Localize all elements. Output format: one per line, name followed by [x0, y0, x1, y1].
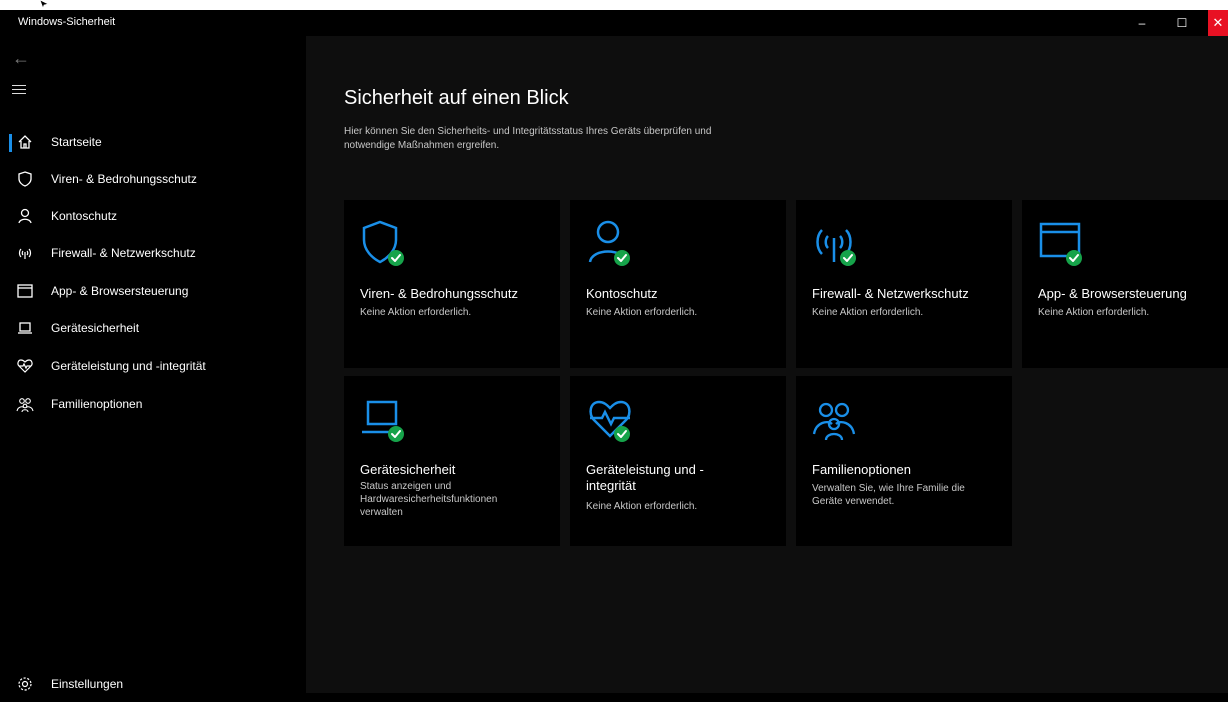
window-title: Windows-Sicherheit	[18, 16, 116, 28]
laptop-icon	[18, 322, 32, 334]
tile-title: Geräteleistung und -integrität	[586, 462, 704, 493]
tile-geraetesicherheit[interactable]: Gerätesicherheit Status anzeigen und Har…	[344, 376, 560, 546]
antenna-icon	[816, 229, 857, 266]
tile-title: Gerätesicherheit	[360, 462, 456, 477]
tile-status: Status anzeigen und Hardwaresicherheitsf…	[360, 481, 498, 518]
tile-title: Viren- & Bedrohungsschutz	[360, 286, 519, 301]
page-description: Hier können Sie den Sicherheits- und Int…	[344, 126, 712, 151]
browser-window-icon	[17, 284, 33, 298]
sidebar-item-firewall[interactable]: Firewall- & Netzwerkschutz	[0, 235, 306, 271]
settings-label: Einstellungen	[51, 677, 124, 691]
title-bar: Windows-Sicherheit – ☐ ✕	[0, 10, 1228, 36]
tile-status: Keine Aktion erforderlich.	[812, 307, 924, 318]
tile-title: App- & Browsersteuerung	[1038, 286, 1187, 301]
heart-pulse-icon	[589, 400, 631, 442]
maximize-icon: ☐	[1176, 16, 1188, 30]
sidebar-item-app-browser[interactable]: App- & Browsersteuerung	[0, 273, 306, 309]
shield-icon	[18, 171, 32, 187]
sidebar-item-einstellungen[interactable]: Einstellungen	[0, 666, 306, 702]
mouse-cursor-icon	[40, 0, 49, 8]
tile-familienoptionen[interactable]: Familienoptionen Verwalten Sie, wie Ihre…	[796, 376, 1012, 546]
top-strip	[0, 0, 1228, 10]
tile-firewall-netzwerkschutz[interactable]: Firewall- & Netzwerkschutz Keine Aktion …	[796, 200, 1012, 368]
close-icon: ✕	[1212, 15, 1224, 30]
minimize-icon: –	[1138, 16, 1146, 30]
selected-indicator	[9, 134, 12, 152]
gear-icon	[18, 677, 32, 691]
sidebar-item-label: Viren- & Bedrohungsschutz	[51, 172, 197, 186]
sidebar-item-label: Gerätesicherheit	[51, 321, 140, 335]
sidebar-item-kontoschutz[interactable]: Kontoschutz	[0, 198, 306, 234]
person-icon	[588, 220, 631, 266]
home-icon	[18, 135, 32, 149]
sidebar: ← Startseite Viren- & Bedrohungsschutz K…	[0, 36, 306, 693]
family-icon	[16, 398, 34, 413]
sidebar-item-viren-bedrohungsschutz[interactable]: Viren- & Bedrohungsschutz	[0, 161, 306, 197]
tile-title: Firewall- & Netzwerkschutz	[812, 286, 969, 301]
browser-window-icon	[1039, 222, 1083, 266]
sidebar-item-familienoptionen[interactable]: Familienoptionen	[0, 386, 306, 422]
laptop-icon	[362, 400, 405, 442]
family-icon	[812, 402, 856, 441]
sidebar-item-geraeteleistung[interactable]: Geräteleistung und -integrität	[0, 348, 306, 384]
person-icon	[18, 208, 32, 224]
heart-pulse-icon	[17, 359, 33, 373]
tile-kontoschutz[interactable]: Kontoschutz Keine Aktion erforderlich.	[570, 200, 786, 368]
maximize-button[interactable]: ☐	[1167, 10, 1197, 36]
tile-title: Kontoschutz	[586, 286, 658, 301]
tile-status: Keine Aktion erforderlich.	[1038, 307, 1150, 318]
tile-status: Keine Aktion erforderlich.	[586, 501, 698, 512]
page-title: Sicherheit auf einen Blick	[344, 87, 569, 109]
sidebar-item-startseite[interactable]: Startseite	[0, 124, 306, 160]
main-content: Sicherheit auf einen Blick Hier können S…	[306, 36, 1228, 693]
hamburger-menu-icon[interactable]	[12, 82, 26, 97]
tile-title: Familienoptionen	[812, 462, 912, 477]
antenna-icon	[18, 248, 32, 259]
sidebar-item-label: Startseite	[51, 135, 102, 149]
sidebar-item-label: App- & Browsersteuerung	[51, 284, 189, 298]
close-button[interactable]: ✕	[1208, 10, 1228, 36]
tile-status: Verwalten Sie, wie Ihre Familie die Gerä…	[812, 483, 965, 507]
minimize-button[interactable]: –	[1127, 10, 1157, 36]
tile-app-browsersteuerung[interactable]: App- & Browsersteuerung Keine Aktion erf…	[1022, 200, 1228, 368]
shield-icon	[362, 220, 405, 266]
tile-geraeteleistung[interactable]: Geräteleistung und -integrität Keine Akt…	[570, 376, 786, 546]
back-arrow-icon[interactable]: ←	[12, 48, 30, 69]
sidebar-item-label: Firewall- & Netzwerkschutz	[51, 246, 196, 260]
tile-status: Keine Aktion erforderlich.	[360, 307, 472, 318]
tile-status: Keine Aktion erforderlich.	[586, 307, 698, 318]
sidebar-item-label: Familienoptionen	[51, 397, 143, 411]
sidebar-item-label: Kontoschutz	[51, 209, 118, 223]
sidebar-item-geraetesicherheit[interactable]: Gerätesicherheit	[0, 310, 306, 346]
tile-viren-bedrohungsschutz[interactable]: Viren- & Bedrohungsschutz Keine Aktion e…	[344, 200, 560, 368]
sidebar-item-label: Geräteleistung und -integrität	[51, 359, 206, 373]
